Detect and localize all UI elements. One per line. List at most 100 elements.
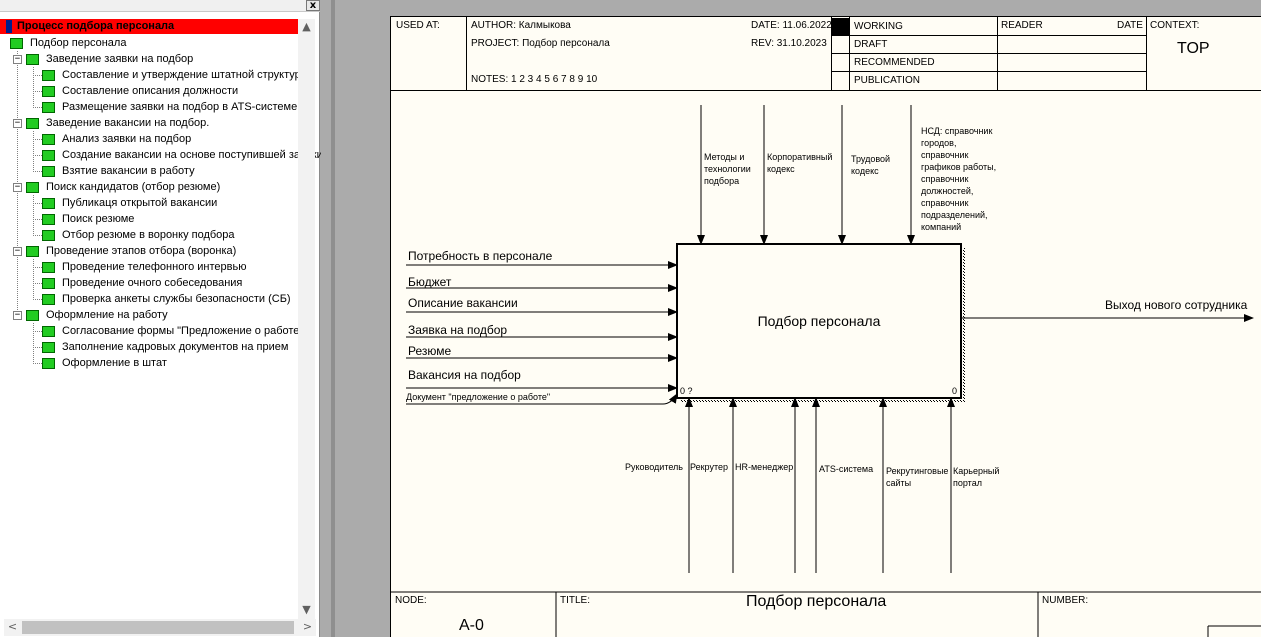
tree-guide-line — [33, 203, 42, 204]
input-label: Документ "предложение о работе" — [406, 392, 551, 402]
control-label-line: кодекс — [767, 164, 795, 174]
control-label-line: подбора — [704, 176, 740, 186]
tree-guide-line — [33, 131, 34, 170]
tree-item-label: Взятие вакансии в работу — [62, 165, 195, 177]
tree-item-label: Публикаця открытой вакансии — [62, 197, 218, 209]
activity-box-icon — [42, 358, 55, 369]
tree-guide-line — [33, 347, 42, 348]
tree-guide-line — [33, 75, 42, 76]
collapse-icon[interactable]: − — [13, 247, 22, 256]
collapse-icon[interactable]: − — [13, 119, 22, 128]
mechanism-label: Руководитель — [625, 461, 683, 473]
scroll-right-icon[interactable]: > — [299, 619, 316, 636]
close-icon[interactable]: x — [306, 0, 320, 11]
control-label: Трудовой кодекс — [851, 153, 890, 177]
collapse-icon[interactable]: − — [13, 183, 22, 192]
tree-group-label: Проведение этапов отбора (воронка) — [46, 245, 237, 257]
scroll-left-icon[interactable]: < — [4, 619, 21, 636]
collapse-icon[interactable]: − — [13, 55, 22, 64]
control-label: Корпоративный кодекс — [767, 151, 832, 175]
tree-group-label: Оформление на работу — [46, 309, 168, 321]
activity-right-code: 0 — [952, 386, 958, 396]
tree-group-label: Заведение заявки на подбор — [46, 53, 194, 65]
activity-title: Подбор персонала — [757, 313, 881, 329]
tree-item-label: Отбор резюме в воронку подбора — [62, 229, 235, 241]
tree-item-label: Создание вакансии на основе поступившей … — [62, 149, 323, 161]
control-label-line: подразделений, — [921, 210, 988, 220]
tree-group-label: Поиск кандидатов (отбор резюме) — [46, 181, 221, 193]
activity-left-code: 0 ? — [680, 386, 693, 396]
control-label-line: Трудовой — [851, 154, 891, 164]
mechanism-label-line: HR-менеджер — [735, 462, 794, 472]
activity-box-icon — [42, 262, 55, 273]
mechanism-label-line: сайты — [886, 478, 912, 488]
mechanism-label: Рекрутинговые сайты — [886, 465, 948, 489]
activity-box-icon — [42, 214, 55, 225]
tree-item-label: Заполнение кадровых документов на прием — [62, 341, 289, 353]
tree-item-label: Поиск резюме — [62, 213, 135, 225]
splitter-handle[interactable] — [331, 0, 335, 637]
tree-item-label: Составление описания должности — [62, 85, 239, 97]
tree-guide-line — [33, 323, 34, 362]
tree-item-label: Согласование формы "Предложение о работе… — [62, 325, 304, 337]
tree-item-label: Составление и утверждение штатной структ… — [62, 69, 309, 81]
diagram-title: Подбор персонала — [746, 593, 887, 610]
vertical-scrollbar[interactable]: ▲ ▼ — [298, 19, 315, 619]
tree-item-label: Размещение заявки на подбор в ATS-систем… — [62, 101, 298, 113]
activity-box-icon — [42, 70, 55, 81]
mechanism-label-line: портал — [953, 478, 982, 488]
activity-box-icon — [10, 38, 23, 49]
tree-root-item[interactable]: Процесс подбора персонала — [0, 19, 310, 34]
control-label-line: кодекс — [851, 166, 879, 176]
tree-guide-line — [33, 235, 42, 236]
input-label: Бюджет — [408, 275, 452, 289]
mechanism-label: Карьерный портал — [953, 465, 999, 489]
model-explorer-panel: x Процесс подбора персонала Подбор персо… — [0, 0, 323, 637]
tree-guide-line — [33, 139, 42, 140]
activity-box-icon — [42, 230, 55, 241]
tree-guide-line — [33, 155, 42, 156]
scroll-down-icon[interactable]: ▼ — [298, 602, 315, 619]
number-label: NUMBER: — [1042, 595, 1089, 606]
activity-box-icon — [42, 294, 55, 305]
output-label: Выход нового сотрудника — [1105, 298, 1248, 312]
tree-item-label: Проверка анкеты службы безопасности (СБ) — [62, 293, 291, 305]
scrollbar-thumb[interactable] — [22, 621, 294, 634]
activity-box-icon — [42, 166, 55, 177]
control-label-line: технологии — [704, 164, 751, 174]
tree-guide-line — [33, 91, 42, 92]
activity-box-icon — [42, 134, 55, 145]
tree-guide-line — [33, 283, 42, 284]
tree-group-label: Заведение вакансии на подбор. — [46, 117, 210, 129]
tree-guide-line — [33, 267, 42, 268]
control-label-line: НСД: справочник — [921, 126, 993, 136]
horizontal-scrollbar[interactable]: < > — [4, 619, 316, 636]
scroll-up-icon[interactable]: ▲ — [298, 19, 315, 36]
tree-guide-line — [33, 107, 42, 108]
tree-guide-line — [33, 299, 42, 300]
tree-guide-line — [33, 171, 42, 172]
diagram-canvas[interactable]: USED AT: AUTHOR: Калмыкова PROJECT: Подб… — [345, 0, 1261, 637]
root-node-icon — [6, 20, 12, 33]
control-label-line: Методы и — [704, 152, 745, 162]
control-label-line: Корпоративный — [767, 152, 833, 162]
tree-item-label: Проведение очного собеседования — [62, 277, 243, 289]
input-label: Заявка на подбор — [408, 323, 508, 337]
input-label: Потребность в персонале — [408, 249, 553, 263]
activity-box-icon — [42, 150, 55, 161]
collapse-icon[interactable]: − — [13, 311, 22, 320]
activity-box-icon — [26, 118, 39, 129]
activity-box-icon — [42, 198, 55, 209]
control-label-line: справочник — [921, 150, 969, 160]
tree-guide-line — [33, 195, 34, 234]
mechanism-label-line: Рекрутинговые — [886, 466, 949, 476]
mechanism-label-line: Руководитель — [625, 462, 683, 472]
activity-box-icon — [42, 278, 55, 289]
activity-box-icon — [26, 54, 39, 65]
input-label: Резюме — [408, 344, 452, 358]
tree-guide-line — [33, 331, 42, 332]
control-label-line: городов, — [921, 138, 957, 148]
mechanism-label: ATS-система — [819, 463, 873, 475]
mechanism-label-line: Рекрутер — [690, 462, 728, 472]
activity-tree: Процесс подбора персонала Подбор персона… — [0, 19, 323, 619]
